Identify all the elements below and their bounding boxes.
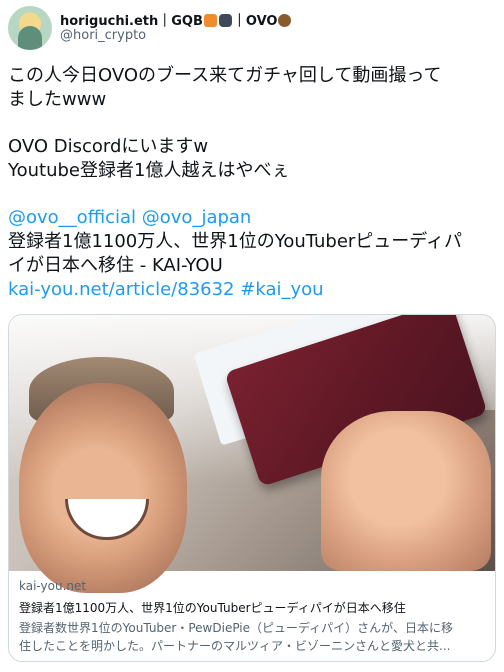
tweet-line: Youtube登録者1億人越えはやべぇ bbox=[8, 160, 290, 181]
tweet-line: OVO Discordにいますw bbox=[8, 136, 209, 157]
fox-icon bbox=[203, 14, 217, 27]
preview-image bbox=[9, 315, 495, 593]
display-name-suffix[interactable]: ｜OVO bbox=[233, 14, 278, 29]
card-description-line: 住したことを明かした。パートナーのマルツィア・ビゾーニンさんと愛犬と共... bbox=[19, 639, 451, 653]
link-line: kai-you.net/article/83632 #kai_you bbox=[8, 278, 496, 302]
mentions-line: @ovo__official @ovo_japan bbox=[8, 206, 496, 230]
card-domain: kai-you.net bbox=[19, 579, 87, 593]
card-description: 登録者数世界1位のYouTuber・PewDiePie（ピューディパイ）さんが、… bbox=[19, 619, 485, 655]
mention-link[interactable]: @ovo__official bbox=[8, 207, 136, 228]
display-name[interactable]: horiguchi.eth｜GQB bbox=[60, 14, 203, 29]
tweet-line: 登録者1億1100万人、世界1位のYouTuberピューディパ bbox=[8, 231, 463, 252]
person-face bbox=[19, 383, 187, 593]
tweet-text: この人今日OVOのブース来てガチャ回して動画撮って ましたwww OVO Dis… bbox=[8, 64, 496, 302]
hand bbox=[321, 411, 491, 571]
tweet-line: ましたwww bbox=[8, 89, 107, 110]
user-handle[interactable]: @hori_crypto bbox=[60, 28, 146, 43]
tweet-line: この人今日OVOのブース来てガチャ回して動画撮って bbox=[8, 65, 442, 86]
card-meta: kai-you.net 登録者1億1100万人、世界1位のYouTuberピュー… bbox=[9, 571, 495, 661]
card-description-line: 登録者数世界1位のYouTuber・PewDiePie（ピューディパイ）さんが、… bbox=[19, 621, 453, 635]
display-name-row[interactable]: horiguchi.eth｜GQB ｜OVO bbox=[60, 10, 496, 29]
tweet-header: horiguchi.eth｜GQB ｜OVO @hori_crypto bbox=[8, 6, 496, 50]
link-preview-card[interactable]: kai-you.net 登録者1億1100万人、世界1位のYouTuberピュー… bbox=[8, 314, 496, 662]
gamepad-icon bbox=[218, 14, 232, 27]
card-title: 登録者1億1100万人、世界1位のYouTuberピューディパイが日本へ移住 bbox=[19, 601, 406, 615]
mention-link[interactable]: @ovo_japan bbox=[142, 207, 252, 228]
article-link[interactable]: kai-you.net/article/83632 bbox=[8, 279, 235, 300]
tweet-line: イが日本へ移住 - KAI-YOU bbox=[8, 255, 223, 276]
owl-icon bbox=[278, 14, 292, 27]
avatar[interactable] bbox=[8, 6, 52, 50]
hashtag-link[interactable]: #kai_you bbox=[240, 279, 323, 300]
